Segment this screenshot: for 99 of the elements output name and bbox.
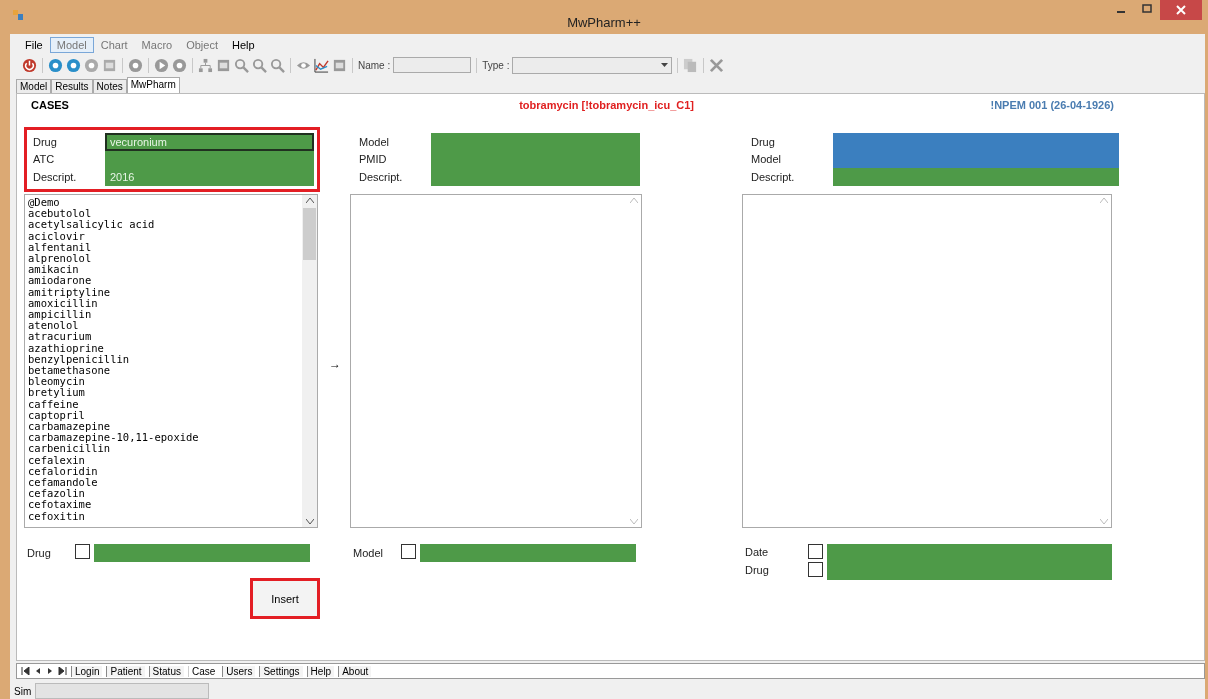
menu-item[interactable]: Help [224, 37, 262, 53]
list-item[interactable]: benzylpenicillin [28, 353, 299, 366]
field-label: Descript. [750, 170, 796, 183]
scrollbar[interactable] [302, 195, 317, 527]
list-item[interactable]: bretylium [28, 387, 299, 399]
filter-label: Model [352, 546, 384, 559]
filter-label: Date [744, 545, 770, 558]
list-item[interactable]: captopril [28, 409, 299, 422]
section-title: CASES [30, 98, 70, 113]
scroll-up-icon [1099, 198, 1108, 203]
scrollbar-thumb[interactable] [303, 208, 316, 260]
scroll-up-icon[interactable] [305, 198, 314, 203]
zoom-icon[interactable] [234, 57, 249, 73]
status-label: Sim [14, 685, 32, 697]
sheet-tab[interactable]: Help [306, 665, 335, 677]
sheet-tab[interactable]: Users [222, 665, 256, 677]
list-item[interactable]: amoxicillin [28, 297, 299, 310]
checkbox[interactable] [808, 544, 823, 559]
case-title: tobramycin [!tobramycin_icu_C1] [518, 98, 694, 113]
window-title: MwPharm++ [566, 15, 642, 30]
copy-icon[interactable] [683, 57, 699, 73]
list-item[interactable]: cefamandole [28, 477, 299, 489]
filter-label: Drug [744, 563, 770, 576]
list-item[interactable]: @Demo [28, 197, 299, 209]
app-icon [12, 9, 24, 21]
caret-icon [661, 63, 669, 67]
previous-icon[interactable] [34, 667, 42, 675]
list-item[interactable]: atenolol [28, 320, 299, 332]
checkbox[interactable] [75, 544, 90, 559]
tab[interactable]: Results [51, 79, 93, 93]
list-item[interactable]: alprenolol [28, 253, 299, 265]
field-label: Model [358, 135, 390, 148]
close-icon[interactable] [1160, 0, 1202, 20]
chart-icon[interactable] [314, 57, 329, 73]
tab[interactable]: Model [16, 79, 52, 93]
list-item[interactable]: caffeine [28, 398, 299, 410]
field-label: Drug [750, 135, 776, 148]
patient-title: !NPEM 001 (26-04-1926) [989, 98, 1114, 113]
list-item[interactable]: cefazolin [28, 488, 299, 500]
model-field[interactable] [431, 168, 640, 186]
power-icon[interactable] [22, 57, 37, 73]
sheet-tab[interactable]: About [338, 665, 372, 677]
field-label: PMID [358, 153, 388, 166]
filter-field[interactable] [827, 544, 1112, 580]
list-item[interactable]: amitriptyline [28, 286, 299, 298]
scroll-up-icon [629, 198, 638, 203]
tab[interactable]: Notes [92, 79, 127, 93]
list-item[interactable]: carbamazepine-10,11-epoxide [28, 432, 299, 444]
list-item[interactable]: cefoxitin [28, 510, 299, 522]
tree-icon[interactable] [198, 57, 213, 73]
move-arrow[interactable]: → [329, 357, 341, 371]
model-field[interactable] [431, 133, 640, 151]
filter-label: Drug [26, 546, 52, 559]
field-label: Drug [32, 135, 58, 148]
type-label: Type : [482, 59, 510, 71]
list-item[interactable]: cefalexin [28, 454, 299, 466]
field-label: Descript. [358, 170, 404, 183]
list-item[interactable]: cefaloridin [28, 465, 299, 478]
list-item[interactable]: acebutolol [28, 208, 299, 220]
list-item[interactable]: acetylsalicylic acid [28, 219, 299, 231]
list-item[interactable]: amiodarone [28, 275, 299, 287]
checkbox[interactable] [808, 562, 823, 577]
list-item[interactable]: carbamazepine [28, 421, 299, 433]
type-dropdown[interactable] [512, 56, 673, 74]
case-field[interactable] [833, 133, 1119, 151]
sheet-tab[interactable]: Settings [259, 665, 303, 677]
insert-button[interactable]: Insert [250, 578, 320, 619]
first-icon[interactable] [21, 667, 30, 675]
sheet-tab[interactable]: Status [148, 665, 184, 677]
sheet-tab[interactable]: Patient [106, 665, 145, 677]
field-label: Model [750, 153, 782, 166]
case-field[interactable] [833, 168, 1119, 186]
scroll-down-icon [629, 519, 638, 524]
delete-icon[interactable] [709, 57, 725, 73]
list-item[interactable]: ampicillin [28, 309, 299, 321]
list-item[interactable]: cefotaxime [28, 499, 299, 511]
name-label: Name : [358, 59, 391, 71]
next-icon[interactable] [46, 667, 54, 675]
last-icon[interactable] [58, 667, 67, 675]
sheet-tab[interactable]: Login [71, 665, 103, 677]
filter-field[interactable] [94, 544, 310, 562]
field-label: Descript. [32, 170, 78, 183]
menu-item[interactable]: File [18, 37, 50, 53]
list-item[interactable]: azathioprine [28, 342, 299, 354]
scroll-down-icon [1099, 519, 1108, 524]
list-item[interactable]: betamethasone [28, 365, 299, 377]
list-item[interactable]: atracurium [28, 331, 299, 343]
field-label: ATC [32, 153, 56, 166]
list-item[interactable]: carbenicillin [28, 443, 299, 455]
list-item[interactable]: amikacin [28, 264, 299, 276]
checkbox[interactable] [401, 544, 416, 559]
list-item[interactable]: alfentanil [28, 241, 299, 253]
list-item[interactable]: bleomycin [28, 376, 299, 388]
scroll-down-icon[interactable] [305, 519, 314, 524]
tab[interactable]: MwPharm [126, 77, 180, 93]
list-item[interactable]: aciclovir [28, 230, 299, 242]
filter-field[interactable] [420, 544, 636, 562]
play-icon[interactable] [154, 57, 169, 73]
drug-list[interactable] [24, 194, 318, 528]
